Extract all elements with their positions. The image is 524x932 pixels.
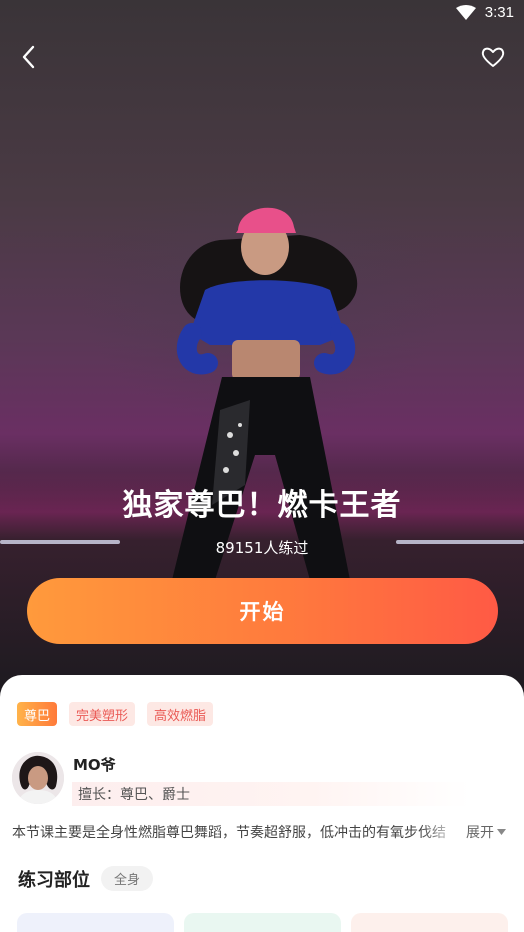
chevron-left-icon <box>22 45 35 69</box>
action-card-row <box>17 913 508 932</box>
action-card[interactable] <box>184 913 341 932</box>
tag-list: 尊巴 完美塑形 高效燃脂 <box>17 702 214 726</box>
action-card[interactable] <box>351 913 508 932</box>
tag-zumba: 尊巴 <box>17 702 58 726</box>
dancer-figure <box>172 207 358 580</box>
status-time: 3:31 <box>484 4 514 21</box>
status-bar: 3:31 <box>0 0 524 28</box>
avatar <box>12 752 64 804</box>
tag-fat-burning: 高效燃脂 <box>147 702 214 726</box>
course-title: 独家尊巴！燃卡王者 <box>122 488 402 523</box>
practice-part-badge: 全身 <box>101 866 154 891</box>
wifi-icon <box>456 5 476 20</box>
course-detail-screen: 3:31 独家尊巴！燃卡王者 89151人练过 开始 尊巴 完美塑形 高效燃脂 … <box>0 0 524 932</box>
caret-down-icon <box>497 829 506 835</box>
expand-button[interactable]: 展开 <box>466 822 506 842</box>
coach-specialty: 擅长：尊巴、爵士 <box>72 782 470 806</box>
heart-outline-icon <box>481 47 505 67</box>
course-description: 本节课主要是全身性燃脂尊巴舞蹈，节奏超舒服，低冲击的有氧步伐结 <box>12 825 446 841</box>
favorite-button[interactable] <box>480 44 506 70</box>
start-button[interactable]: 开始 <box>27 578 498 644</box>
description-fade <box>420 820 462 842</box>
coach-avatar[interactable] <box>12 752 64 804</box>
expand-label: 展开 <box>466 825 494 841</box>
practice-parts-title: 练习部位 <box>18 870 90 891</box>
practiced-count: 89151人练过 <box>215 539 309 557</box>
coach-name: MO爷 <box>73 756 116 774</box>
action-card[interactable] <box>17 913 174 932</box>
back-button[interactable] <box>14 42 44 72</box>
tag-body-shaping: 完美塑形 <box>69 702 136 726</box>
